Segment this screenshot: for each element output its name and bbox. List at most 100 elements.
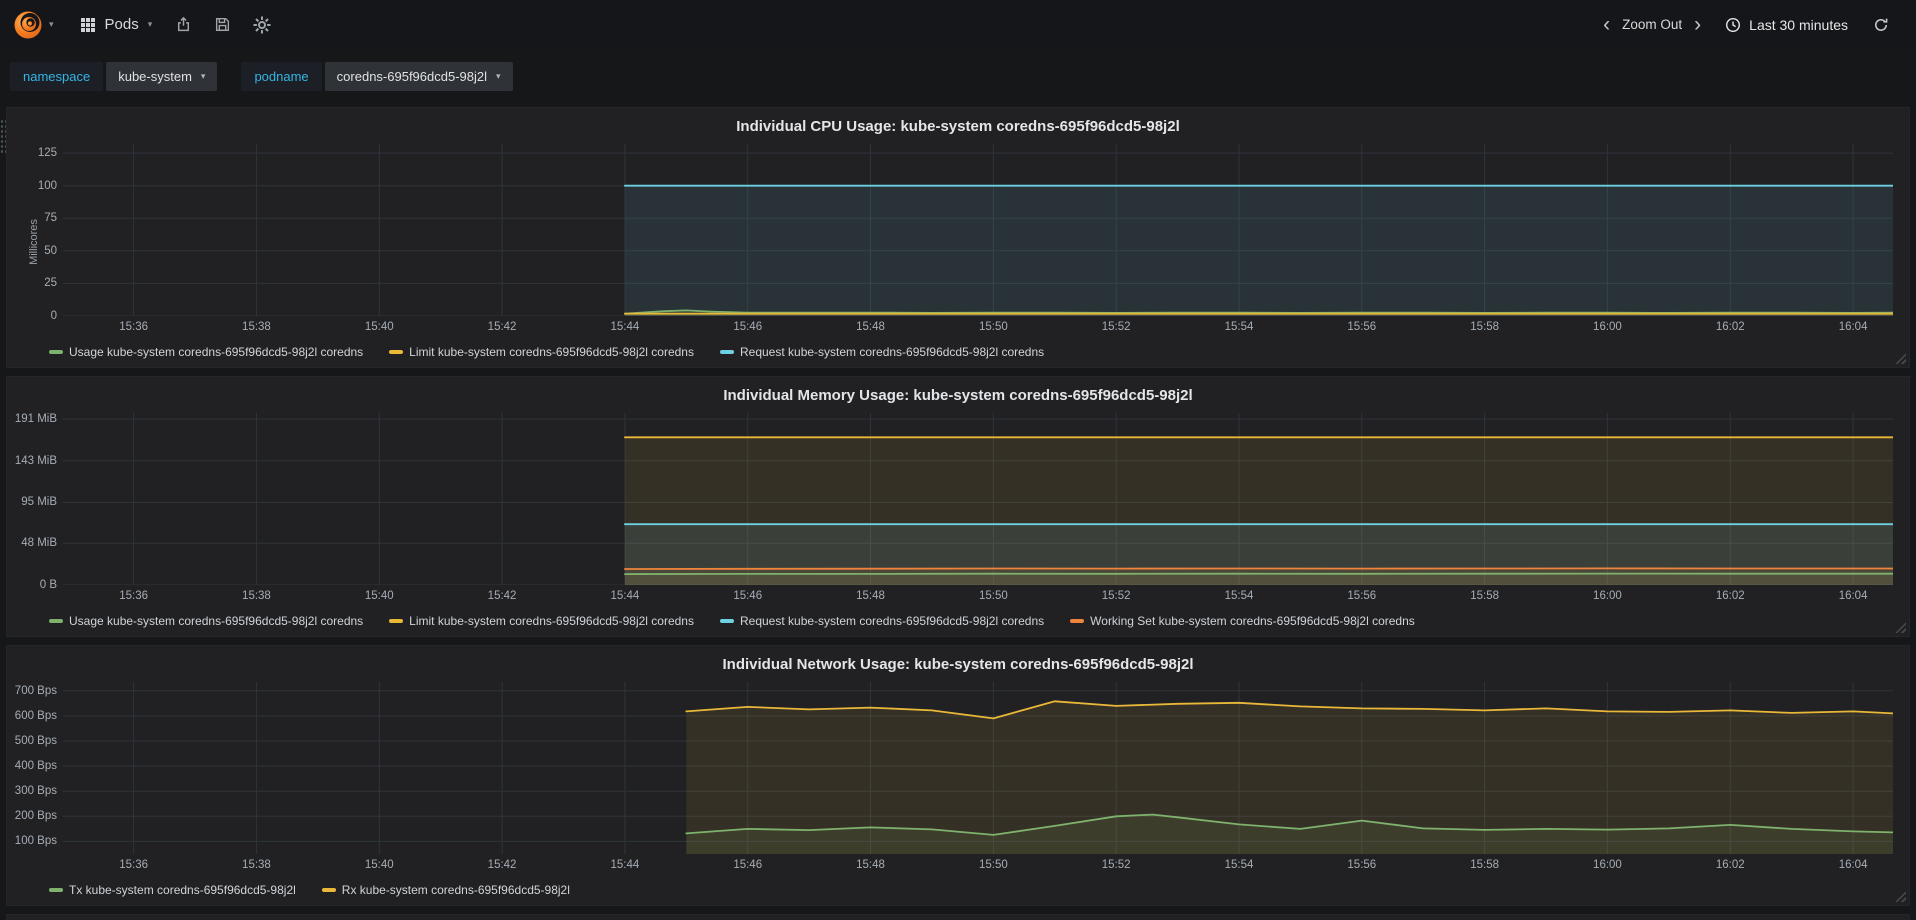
legend-item[interactable]: Usage kube-system coredns-695f96dcd5-98j…	[49, 345, 363, 359]
time-range-picker[interactable]: Last 30 minutes	[1711, 17, 1860, 33]
network-usage-chart[interactable]: 700 Bps 600 Bps 500 Bps 400 Bps 300 Bps 200 B…	[15, 682, 1901, 878]
x-tick-label: 16:02	[1715, 321, 1745, 333]
x-tick-label: 15:54	[1224, 859, 1254, 871]
x-tick-label: 16:04	[1838, 859, 1868, 871]
y-tick-label: 200 Bps	[14, 810, 57, 823]
x-tick-label: 16:02	[1715, 590, 1745, 602]
chevron-down-icon: ▾	[147, 19, 153, 29]
panel-individual-memory-usage: Individual Memory Usage: kube-system cor…	[6, 376, 1910, 637]
cpu-usage-chart[interactable]: Millicores 125 100 75 50 25 0 15:36 15:38 15:40 1…	[15, 144, 1901, 340]
x-tick-label: 15:38	[242, 590, 271, 602]
x-tick-label: 15:58	[1470, 590, 1500, 602]
time-range-label: Last 30 minutes	[1749, 16, 1848, 33]
dashboard-picker[interactable]: Pods ▾	[68, 8, 165, 41]
x-tick-label: 15:54	[1224, 590, 1254, 602]
panel-title[interactable]: Individual Memory Usage: kube-system cor…	[15, 383, 1901, 413]
legend-series-label: Limit kube-system coredns-695f96dcd5-98j…	[409, 345, 694, 359]
y-tick-label: 100 Bps	[14, 835, 57, 848]
dashboard-grid-icon	[80, 17, 96, 33]
chevron-down-icon: ▾	[200, 71, 206, 81]
x-tick-label: 15:38	[242, 321, 271, 333]
y-tick-label: 95 MiB	[21, 496, 57, 509]
settings-gear-icon[interactable]	[242, 8, 282, 42]
x-tick-label: 15:52	[1101, 590, 1131, 602]
legend-series-label: Tx kube-system coredns-695f96dcd5-98j2l	[69, 883, 296, 897]
x-tick-label: 15:50	[978, 321, 1008, 333]
legend-series-color	[49, 350, 63, 354]
x-tick-label: 15:36	[119, 321, 148, 333]
x-tick-label: 15:56	[1347, 590, 1377, 602]
y-tick-label: 48 MiB	[21, 537, 57, 550]
zoom-out-button[interactable]: Zoom Out	[1620, 17, 1684, 32]
x-tick-label: 15:48	[856, 859, 885, 871]
x-tick-label: 16:00	[1593, 590, 1622, 602]
cpu-plot	[63, 144, 1893, 316]
legend-item[interactable]: Limit kube-system coredns-695f96dcd5-98j…	[389, 345, 694, 359]
x-tick-label: 15:42	[487, 590, 517, 602]
clock-icon	[1725, 17, 1741, 33]
x-tick-label: 15:46	[733, 859, 763, 871]
legend-series-label: Request kube-system coredns-695f96dcd5-9…	[739, 345, 1045, 359]
legend-series-color	[1070, 619, 1085, 623]
variable-value-podname[interactable]: coredns-695f96dcd5-98j2l ▾	[324, 62, 513, 91]
x-tick-label: 15:52	[1101, 859, 1131, 871]
dashboard: Individual CPU Usage: kube-system coredn…	[0, 107, 1916, 920]
x-tick-label: 15:50	[978, 859, 1008, 871]
x-tick-label: 15:46	[733, 590, 763, 602]
x-tick-label: 15:42	[487, 859, 517, 871]
variable-label-namespace[interactable]: namespace	[10, 62, 104, 91]
panel-title[interactable]: Individual CPU Usage: kube-system coredn…	[15, 114, 1901, 144]
x-tick-label: 15:40	[364, 859, 394, 871]
legend-series-color	[49, 888, 63, 892]
grafana-logo	[12, 9, 44, 41]
legend-series-color	[389, 619, 404, 623]
y-tick-label: 25	[44, 277, 57, 290]
x-tick-label: 16:00	[1593, 859, 1622, 871]
legend: Tx kube-system coredns-695f96dcd5-98j2l R…	[15, 878, 1901, 903]
legend-item[interactable]: Limit kube-system coredns-695f96dcd5-98j…	[389, 614, 694, 628]
x-tick-label: 15:44	[610, 321, 640, 333]
legend-item[interactable]: Request kube-system coredns-695f96dcd5-9…	[719, 345, 1045, 359]
refresh-button[interactable]	[1862, 9, 1900, 41]
y-tick-label: 400 Bps	[14, 760, 57, 773]
x-tick-label: 16:00	[1593, 321, 1622, 333]
y-axis-unit-label: Millicores	[27, 219, 40, 265]
x-tick-label: 15:44	[610, 590, 640, 602]
x-tick-label: 15:48	[856, 321, 885, 333]
share-button[interactable]	[164, 8, 203, 41]
x-tick-label: 15:56	[1347, 859, 1377, 871]
time-shift-back-button[interactable]: ‹	[1595, 14, 1618, 35]
x-tick-label: 15:58	[1470, 859, 1500, 871]
time-shift-forward-button[interactable]: ›	[1686, 14, 1709, 35]
y-tick-label: 100	[37, 179, 57, 192]
y-tick-label: 125	[37, 147, 57, 160]
x-tick-label: 15:54	[1224, 321, 1254, 333]
dashboard-title: Pods	[104, 16, 139, 33]
legend-item[interactable]: Request kube-system coredns-695f96dcd5-9…	[719, 614, 1045, 628]
grafana-main-menu[interactable]: ▾	[10, 9, 68, 41]
navbar: ▾ Pods ▾ ‹ Zoom Out › Last 30 minutes	[0, 0, 1916, 49]
legend-item[interactable]: Tx kube-system coredns-695f96dcd5-98j2l	[49, 883, 296, 897]
legend-series-label: Request kube-system coredns-695f96dcd5-9…	[739, 614, 1045, 628]
chevron-down-icon: ▾	[496, 71, 501, 81]
x-tick-label: 15:58	[1470, 321, 1500, 333]
legend-item[interactable]: Rx kube-system coredns-695f96dcd5-98j2l	[321, 883, 570, 897]
variable-value-namespace[interactable]: kube-system ▾	[106, 62, 218, 91]
memory-usage-chart[interactable]: 191 MiB 143 MiB 95 MiB 48 MiB 0 B 15:36 15:38 1…	[15, 413, 1901, 609]
y-tick-label: 191 MiB	[14, 413, 57, 426]
panel-title[interactable]: Individual Network Usage: kube-system co…	[15, 652, 1901, 682]
y-tick-label: 75	[44, 212, 57, 225]
y-tick-label: 0 B	[39, 579, 57, 591]
y-tick-label: 300 Bps	[14, 785, 57, 798]
panel-individual-network-usage: Individual Network Usage: kube-system co…	[6, 645, 1910, 906]
legend-item[interactable]: Usage kube-system coredns-695f96dcd5-98j…	[49, 614, 363, 628]
chevron-down-icon: ▾	[49, 19, 54, 29]
legend-series-color	[719, 350, 734, 354]
memory-plot	[63, 413, 1893, 585]
save-button[interactable]	[203, 8, 242, 41]
legend-series-label: Working Set kube-system coredns-695f96dc…	[1090, 614, 1415, 628]
variable-label-podname[interactable]: podname	[241, 62, 322, 91]
panel-individual-cpu-usage: Individual CPU Usage: kube-system coredn…	[6, 107, 1910, 368]
y-tick-label: 50	[44, 244, 57, 257]
legend-item[interactable]: Working Set kube-system coredns-695f96dc…	[1070, 614, 1415, 628]
